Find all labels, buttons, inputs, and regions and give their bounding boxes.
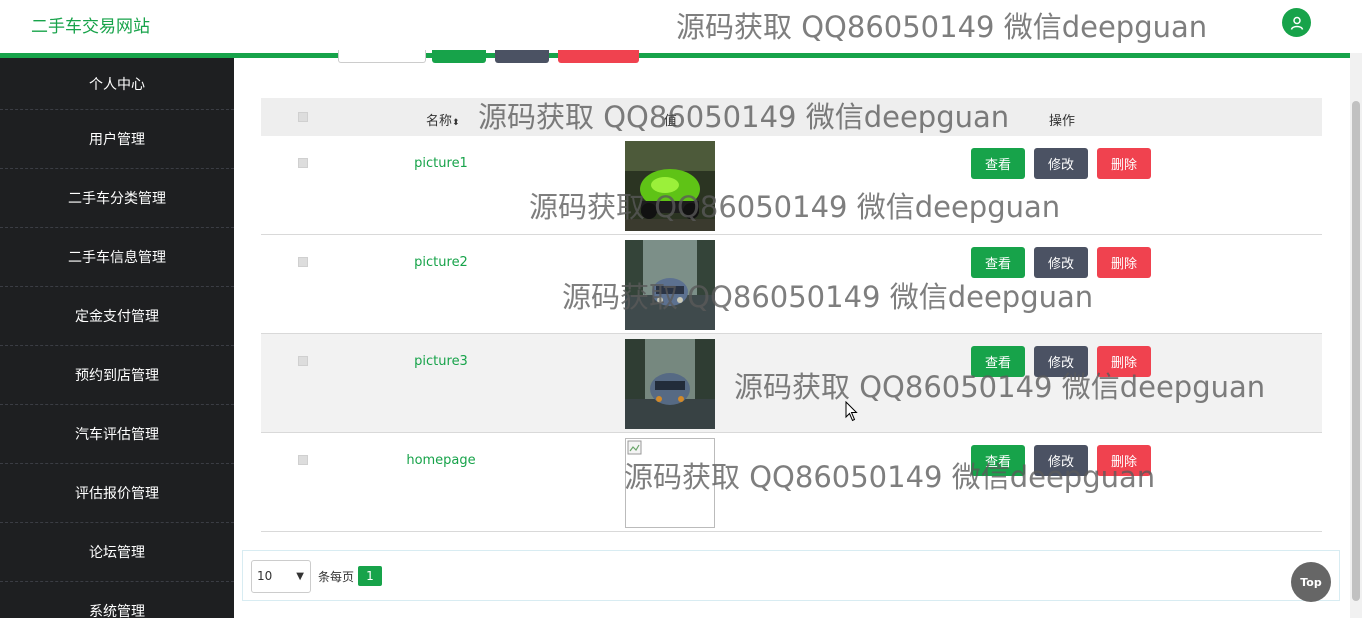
view-button[interactable]: 查看	[971, 247, 1025, 278]
back-to-top-button[interactable]: Top	[1291, 562, 1331, 602]
config-table: 名称⬍ 值 操作 picture1 查看 修改 删除 picture2 查看 修…	[261, 98, 1322, 532]
sidebar-item-car-info[interactable]: 二手车信息管理	[0, 228, 234, 287]
user-icon	[1290, 16, 1303, 30]
mouse-cursor-icon	[845, 401, 858, 422]
edit-button[interactable]: 修改	[1034, 445, 1088, 476]
column-name-label: 名称	[426, 114, 453, 129]
scrollbar[interactable]	[1350, 53, 1362, 618]
table-header: 名称⬍ 值 操作	[261, 98, 1322, 136]
view-button[interactable]: 查看	[971, 148, 1025, 179]
select-all-checkbox[interactable]	[298, 112, 308, 122]
edit-button[interactable]: 修改	[1034, 346, 1088, 377]
sidebar-item-system[interactable]: 系统管理	[0, 582, 234, 618]
sidebar-item-label: 论坛管理	[89, 545, 145, 561]
row-image[interactable]	[625, 240, 715, 330]
sidebar-item-label: 个人中心	[89, 76, 145, 93]
search-button[interactable]	[432, 50, 486, 63]
sidebar-item-quote[interactable]: 评估报价管理	[0, 464, 234, 523]
row-name: picture1	[414, 156, 468, 171]
header: 二手车交易网站	[0, 0, 1362, 53]
sidebar-item-label: 评估报价管理	[75, 486, 159, 502]
sidebar-item-users[interactable]: 用户管理	[0, 110, 234, 169]
row-checkbox[interactable]	[298, 455, 308, 465]
sort-icon[interactable]: ⬍	[452, 118, 460, 128]
sidebar-item-label: 二手车信息管理	[68, 250, 166, 266]
delete-button[interactable]: 删除	[1097, 148, 1151, 179]
search-input[interactable]	[338, 50, 426, 63]
sidebar-item-label: 系统管理	[89, 604, 145, 618]
sidebar-item-label: 汽车评估管理	[75, 427, 159, 443]
batch-delete-button[interactable]	[558, 50, 639, 63]
user-avatar[interactable]	[1282, 8, 1311, 37]
table-row: picture3 查看 修改 删除	[261, 334, 1322, 433]
per-page-label: 条每页	[318, 570, 355, 584]
broken-image-icon	[627, 440, 642, 455]
site-title[interactable]: 二手车交易网站	[31, 12, 150, 37]
page-button[interactable]: 1	[358, 566, 382, 586]
chevron-down-icon: ▼	[296, 571, 304, 582]
delete-button[interactable]: 删除	[1097, 247, 1151, 278]
row-checkbox[interactable]	[298, 356, 308, 366]
table-row: homepage 查看 修改 删除	[261, 433, 1322, 532]
table-row: picture1 查看 修改 删除	[261, 136, 1322, 235]
sidebar-item-evaluation[interactable]: 汽车评估管理	[0, 405, 234, 464]
page-size-select[interactable]: 10 ▼	[251, 560, 311, 593]
edit-button[interactable]: 修改	[1034, 247, 1088, 278]
row-image[interactable]	[625, 141, 715, 231]
row-checkbox[interactable]	[298, 257, 308, 267]
sidebar-item-label: 定金支付管理	[75, 309, 159, 325]
pagination: 10 ▼ 条每页 1	[242, 550, 1340, 601]
sidebar-item-deposit[interactable]: 定金支付管理	[0, 287, 234, 346]
page-size-value: 10	[257, 569, 273, 583]
row-checkbox[interactable]	[298, 158, 308, 168]
add-button[interactable]	[495, 50, 549, 63]
sidebar-item-personal-center[interactable]: 个人中心	[0, 58, 234, 110]
row-name: homepage	[406, 453, 476, 468]
view-button[interactable]: 查看	[971, 346, 1025, 377]
row-image[interactable]	[625, 339, 715, 429]
table-row: picture2 查看 修改 删除	[261, 235, 1322, 334]
view-button[interactable]: 查看	[971, 445, 1025, 476]
sidebar-item-label: 二手车分类管理	[68, 191, 166, 207]
row-image-broken[interactable]	[625, 438, 715, 528]
column-actions-header: 操作	[1049, 114, 1076, 129]
delete-button[interactable]: 删除	[1097, 445, 1151, 476]
sidebar-item-car-category[interactable]: 二手车分类管理	[0, 169, 234, 228]
row-name: picture3	[414, 354, 468, 369]
row-name: picture2	[414, 255, 468, 270]
sidebar: 个人中心 用户管理 二手车分类管理 二手车信息管理 定金支付管理 预约到店管理 …	[0, 58, 234, 618]
sidebar-item-label: 用户管理	[89, 132, 145, 148]
sidebar-item-forum[interactable]: 论坛管理	[0, 523, 234, 582]
delete-button[interactable]: 删除	[1097, 346, 1151, 377]
sidebar-item-label: 预约到店管理	[75, 368, 159, 384]
sidebar-item-appointment[interactable]: 预约到店管理	[0, 346, 234, 405]
main-content: 名称⬍ 值 操作 picture1 查看 修改 删除 picture2 查看 修…	[234, 50, 1350, 618]
column-value-header: 值	[664, 114, 678, 129]
column-name-header[interactable]: 名称⬍	[426, 110, 460, 129]
scrollbar-thumb[interactable]	[1352, 101, 1360, 601]
edit-button[interactable]: 修改	[1034, 148, 1088, 179]
